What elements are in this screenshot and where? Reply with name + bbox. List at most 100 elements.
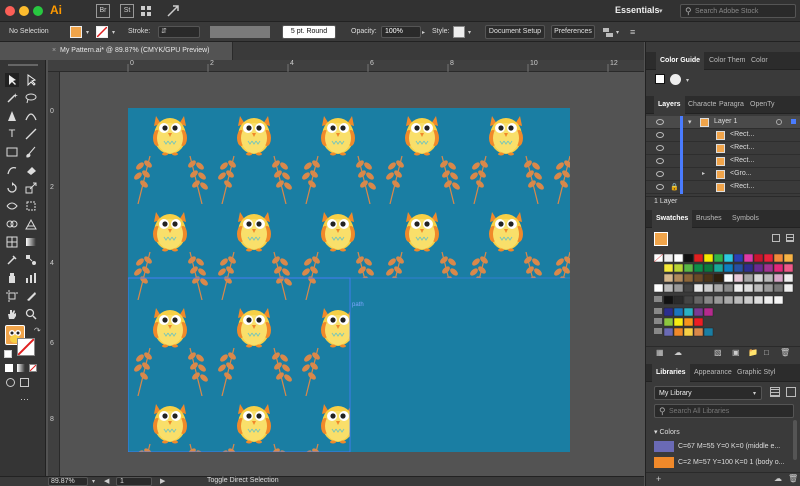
artboard-tool-icon[interactable] <box>5 289 19 303</box>
active-fill-swatch[interactable] <box>654 232 668 246</box>
type-tool-icon[interactable]: T <box>5 127 19 141</box>
scale-tool-icon[interactable] <box>24 181 38 195</box>
tab-symbols[interactable]: Symbols <box>732 210 759 228</box>
mesh-tool-icon[interactable] <box>5 235 19 249</box>
close-tab-icon[interactable]: × <box>52 47 56 54</box>
chevron-down-icon[interactable]: ▾ <box>86 29 89 36</box>
bridge-button[interactable]: Br <box>96 4 110 18</box>
visibility-eye-icon[interactable] <box>656 158 664 164</box>
cloud-icon[interactable]: ☁ <box>674 348 682 357</box>
visibility-eye-icon[interactable] <box>656 184 664 190</box>
visibility-eye-icon[interactable] <box>656 119 664 125</box>
visibility-eye-icon[interactable] <box>656 145 664 151</box>
stroke-swatch-none[interactable] <box>17 338 35 356</box>
default-fill-stroke-icon[interactable] <box>4 350 12 358</box>
list-view-icon[interactable] <box>786 387 796 397</box>
layer-name[interactable]: <Rect... <box>730 157 754 164</box>
artboard-number-field[interactable]: 1 <box>116 477 152 486</box>
symbol-sprayer-tool-icon[interactable] <box>5 271 19 285</box>
perspective-grid-tool-icon[interactable] <box>24 217 38 231</box>
chevron-right-icon[interactable]: ▸ <box>702 170 705 177</box>
tab-brushes[interactable]: Brushes <box>696 210 722 228</box>
toolbox-grip[interactable] <box>8 64 38 66</box>
zoom-tool-icon[interactable] <box>24 307 38 321</box>
width-tool-icon[interactable] <box>5 199 19 213</box>
document-tab[interactable]: My Pattern.ai* @ 89.87% (CMYK/GPU Previe… <box>48 42 233 60</box>
stock-button[interactable]: St <box>120 4 134 18</box>
swap-fill-stroke-icon[interactable]: ↷ <box>34 326 41 335</box>
list-view-icon[interactable] <box>772 234 780 242</box>
hand-tool-icon[interactable] <box>5 307 19 321</box>
layer-row[interactable]: ▸ <Gro... <box>646 168 800 181</box>
layer-name[interactable]: <Rect... <box>730 144 754 151</box>
library-color-item[interactable]: C=67 M=55 Y=0 K=0 (middle e... <box>654 440 794 454</box>
artboard-pattern[interactable]: path <box>128 108 570 452</box>
chevron-down-icon[interactable]: ▾ <box>616 29 619 36</box>
direct-selection-tool-icon[interactable] <box>24 73 38 87</box>
maximize-window-button[interactable] <box>33 6 43 16</box>
none-mode-icon[interactable] <box>29 364 37 372</box>
horizontal-ruler[interactable]: 0 2 4 6 8 10 12 <box>48 60 644 72</box>
opacity-field[interactable]: 100% <box>381 26 421 38</box>
layer-name[interactable]: <Rect... <box>730 131 754 138</box>
tab-character[interactable]: Characte <box>688 96 716 114</box>
visibility-eye-icon[interactable] <box>656 171 664 177</box>
lasso-tool-icon[interactable] <box>24 91 38 105</box>
vertical-ruler[interactable]: 0 2 4 6 8 <box>48 72 60 476</box>
minimize-window-button[interactable] <box>19 6 29 16</box>
library-scrollbar[interactable] <box>793 420 797 460</box>
swatch-libraries-icon[interactable]: ▦ <box>656 348 664 357</box>
cloud-sync-icon[interactable]: ☁ <box>774 474 782 483</box>
stroke-weight-field[interactable]: ⇵ <box>158 26 200 38</box>
previous-artboard-icon[interactable]: ◀ <box>104 477 109 485</box>
tab-libraries[interactable]: Libraries <box>652 364 690 382</box>
grid-view-icon[interactable] <box>770 387 780 397</box>
arrange-documents-icon[interactable] <box>140 5 152 17</box>
base-color-swatch[interactable] <box>655 74 665 84</box>
fill-color-swatch[interactable] <box>70 26 82 38</box>
lock-icon[interactable]: 🔒 <box>670 183 679 191</box>
blend-tool-icon[interactable] <box>24 253 38 267</box>
tab-color-themes[interactable]: Color Them <box>709 52 745 70</box>
layer-row[interactable]: ▾ Layer 1 <box>646 116 800 129</box>
chevron-down-icon[interactable]: ▾ <box>92 478 95 485</box>
chevron-right-icon[interactable]: ▸ <box>422 29 425 36</box>
library-search-input[interactable]: ⚲ Search All Libraries <box>654 404 794 418</box>
layer-row[interactable]: 🔒 <Rect... <box>646 181 800 194</box>
selection-indicator[interactable] <box>791 119 796 124</box>
layer-name[interactable]: Layer 1 <box>714 118 737 125</box>
drawing-mode-icon[interactable] <box>6 378 15 387</box>
add-content-icon[interactable]: + <box>656 474 661 484</box>
preferences-button[interactable]: Preferences <box>551 25 595 39</box>
slice-tool-icon[interactable] <box>24 289 38 303</box>
shape-builder-tool-icon[interactable] <box>5 217 19 231</box>
tab-graphic-styles[interactable]: Graphic Styl <box>737 364 775 382</box>
tab-opentype[interactable]: OpenTy <box>750 96 775 114</box>
tab-appearance[interactable]: Appearance <box>694 364 732 382</box>
chevron-down-icon[interactable]: ▾ <box>688 118 692 126</box>
tab-layers[interactable]: Layers <box>654 96 685 114</box>
tab-color[interactable]: Color <box>751 52 768 70</box>
layer-name[interactable]: <Rect... <box>730 183 754 190</box>
rotate-tool-icon[interactable] <box>5 181 19 195</box>
close-window-button[interactable] <box>5 6 15 16</box>
workspace-switcher[interactable]: Essentials <box>615 5 660 15</box>
chevron-down-icon[interactable]: ▾ <box>468 29 471 36</box>
color-mode-icon[interactable] <box>5 364 13 372</box>
next-artboard-icon[interactable]: ▶ <box>160 477 165 485</box>
screen-mode-icon[interactable] <box>20 378 29 387</box>
adobe-stock-search[interactable]: ⚲ Search Adobe Stock <box>680 4 796 18</box>
eyedropper-tool-icon[interactable] <box>5 253 19 267</box>
line-segment-tool-icon[interactable] <box>24 127 38 141</box>
library-color-item[interactable]: C=2 M=57 Y=100 K=0 1 (body o... <box>654 456 794 470</box>
gpu-performance-icon[interactable] <box>166 4 180 18</box>
tab-paragraph[interactable]: Paragra <box>719 96 744 114</box>
gradient-tool-icon[interactable] <box>24 235 38 249</box>
arrange-icon[interactable] <box>602 26 614 38</box>
variable-width-profile[interactable] <box>210 26 270 38</box>
magic-wand-tool-icon[interactable] <box>5 91 19 105</box>
target-icon[interactable] <box>776 119 782 125</box>
tab-swatches[interactable]: Swatches <box>652 210 693 228</box>
brush-definition-dropdown[interactable]: 5 pt. Round <box>282 25 336 39</box>
layer-row[interactable]: <Rect... <box>646 129 800 142</box>
